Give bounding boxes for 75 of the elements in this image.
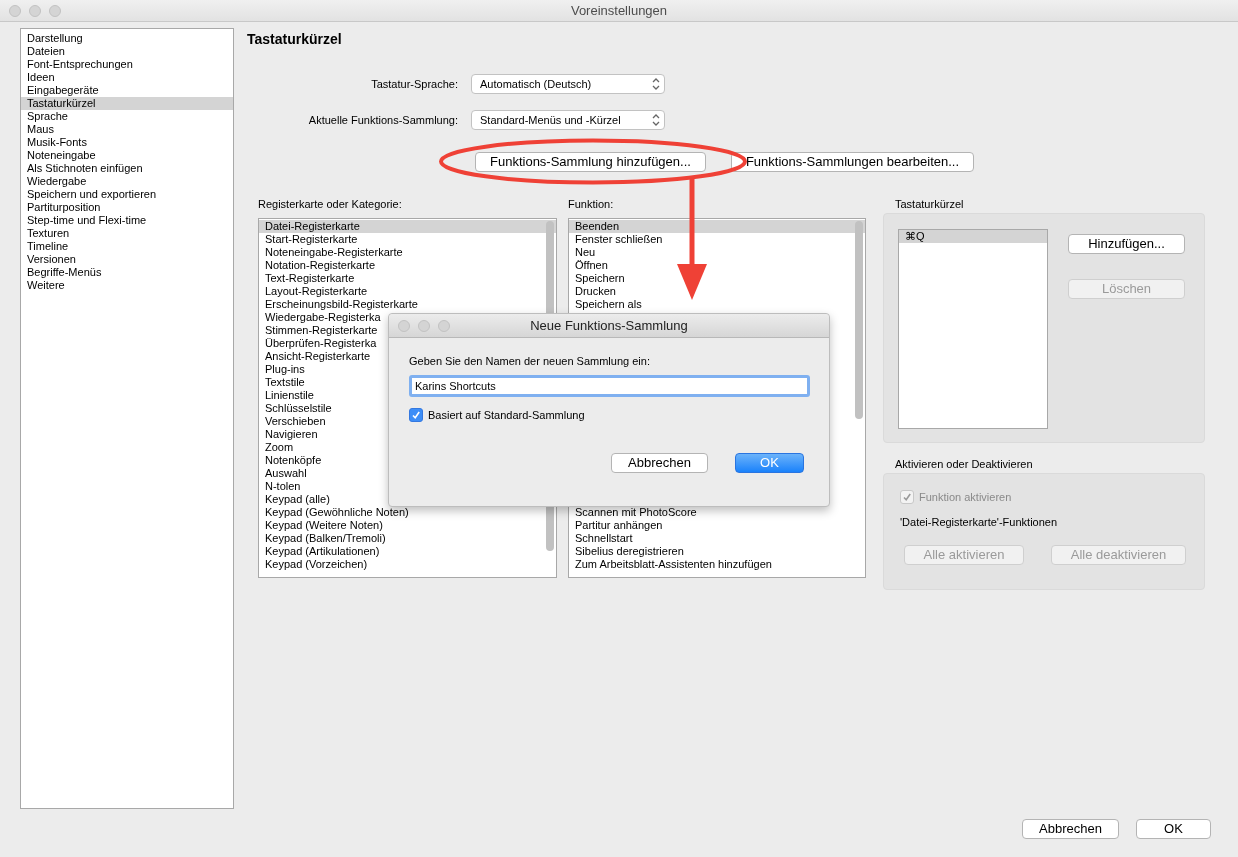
sidebar-item[interactable]: Ideen — [21, 71, 233, 84]
window-control-icon[interactable] — [49, 4, 61, 17]
popup-menu[interactable]: Standard-Menüs und -Kürzel — [471, 110, 665, 130]
category-item[interactable]: Erscheinungsbild-Registerkarte — [259, 298, 556, 311]
cancel-button[interactable]: Abbrechen — [1022, 819, 1119, 839]
function-item[interactable]: Neu — [569, 246, 865, 259]
sidebar-item[interactable]: Speichern und exportieren — [21, 188, 233, 201]
checkbox-label: Basiert auf Standard-Sammlung — [428, 409, 585, 421]
category-item[interactable]: Keypad (Artikulationen) — [259, 545, 556, 558]
sidebar-item[interactable]: Begriffe-Menüs — [21, 266, 233, 279]
category-item[interactable]: Start-Registerkarte — [259, 233, 556, 246]
group-title: Aktivieren oder Deaktivieren — [895, 458, 1033, 470]
sidebar-item[interactable]: Texturen — [21, 227, 233, 240]
list-label: Registerkarte oder Kategorie: — [258, 197, 403, 212]
sidebar-item[interactable]: Als Stichnoten einfügen — [21, 162, 233, 175]
function-item[interactable]: Fenster schließen — [569, 233, 865, 246]
category-item[interactable]: Keypad (Weitere Noten) — [259, 519, 556, 532]
category-item[interactable]: Text-Registerkarte — [259, 272, 556, 285]
collection-button[interactable]: Funktions-Sammlungen bearbeiten... — [730, 152, 975, 172]
category-item[interactable]: Noteneingabe-Registerkarte — [259, 246, 556, 259]
scrollbar[interactable] — [855, 221, 863, 419]
category-item[interactable]: Keypad (Gewöhnliche Noten) — [259, 506, 556, 519]
sidebar-item[interactable]: Tastaturkürzel — [21, 97, 233, 110]
checkbox-label: Funktion aktivieren — [919, 491, 1012, 503]
name-input-field[interactable]: Karins Shortcuts — [409, 375, 810, 397]
sidebar-item[interactable]: Eingabegeräte — [21, 84, 233, 97]
sidebar-item[interactable]: Versionen — [21, 253, 233, 266]
function-caption: 'Datei-Registerkarte'-Funktionen — [900, 516, 1059, 528]
function-item[interactable]: Scannen mit PhotoScore — [569, 506, 865, 519]
popup-menu[interactable]: Automatisch (Deutsch) — [471, 74, 665, 94]
sidebar-item[interactable]: Darstellung — [21, 32, 233, 45]
function-item[interactable]: Partitur anhängen — [569, 519, 865, 532]
field-label: Aktuelle Funktions-Sammlung: — [307, 114, 458, 126]
cancel-button[interactable]: Abbrechen — [611, 453, 708, 473]
sidebar-item[interactable]: Maus — [21, 123, 233, 136]
category-item[interactable]: Layout-Registerkarte — [259, 285, 556, 298]
window-control-icon[interactable] — [438, 319, 450, 332]
field-label: Tastatur-Sprache: — [370, 78, 458, 90]
sidebar-item[interactable]: Partiturposition — [21, 201, 233, 214]
window-title: Voreinstellungen — [570, 3, 668, 18]
shortcut-item[interactable]: ⌘Q — [899, 230, 1047, 243]
function-item[interactable]: Schnellstart — [569, 532, 865, 545]
window-control-icon[interactable] — [9, 4, 21, 17]
category-item[interactable]: Datei-Registerkarte — [259, 220, 556, 233]
sidebar-item[interactable]: Weitere — [21, 279, 233, 292]
window-control-icon[interactable] — [418, 319, 430, 332]
ok-button[interactable]: OK — [1136, 819, 1211, 839]
function-item[interactable]: Sibelius deregistrieren — [569, 545, 865, 558]
function-item[interactable]: Öffnen — [569, 259, 865, 272]
sidebar-item[interactable]: Timeline — [21, 240, 233, 253]
sidebar-item[interactable]: Noteneingabe — [21, 149, 233, 162]
dialog-title: Neue Funktions-Sammlung — [530, 318, 688, 333]
dialog-prompt: Geben Sie den Namen der neuen Sammlung ein: — [409, 355, 651, 367]
page-title: Tastaturkürzel — [247, 31, 342, 47]
category-item[interactable]: Keypad (Balken/Tremoli) — [259, 532, 556, 545]
checkbox[interactable] — [409, 408, 423, 422]
category-item[interactable]: Keypad (Vorzeichen) — [259, 558, 556, 571]
sidebar-item[interactable]: Sprache — [21, 110, 233, 123]
group-title: Tastaturkürzel — [895, 198, 964, 210]
category-item[interactable]: Notation-Registerkarte — [259, 259, 556, 272]
window-control-icon[interactable] — [398, 319, 410, 332]
sidebar-item[interactable]: Font-Entsprechungen — [21, 58, 233, 71]
function-item[interactable]: Speichern als — [569, 298, 865, 311]
sidebar-item[interactable]: Wiedergabe — [21, 175, 233, 188]
collection-button[interactable]: Funktions-Sammlung hinzufügen... — [475, 152, 706, 172]
sidebar-item[interactable]: Musik-Fonts — [21, 136, 233, 149]
sidebar-item[interactable]: Step-time und Flexi-time — [21, 214, 233, 227]
list-label: Funktion: — [568, 197, 615, 212]
function-item[interactable]: Beenden — [569, 220, 865, 233]
window-control-icon[interactable] — [29, 4, 41, 17]
shortcut-button[interactable]: Hinzufügen... — [1068, 234, 1185, 254]
function-item[interactable]: Drucken — [569, 285, 865, 298]
sidebar-item[interactable]: Dateien — [21, 45, 233, 58]
function-item[interactable]: Zum Arbeitsblatt-Assistenten hinzufügen — [569, 558, 865, 571]
function-item[interactable]: Speichern — [569, 272, 865, 285]
